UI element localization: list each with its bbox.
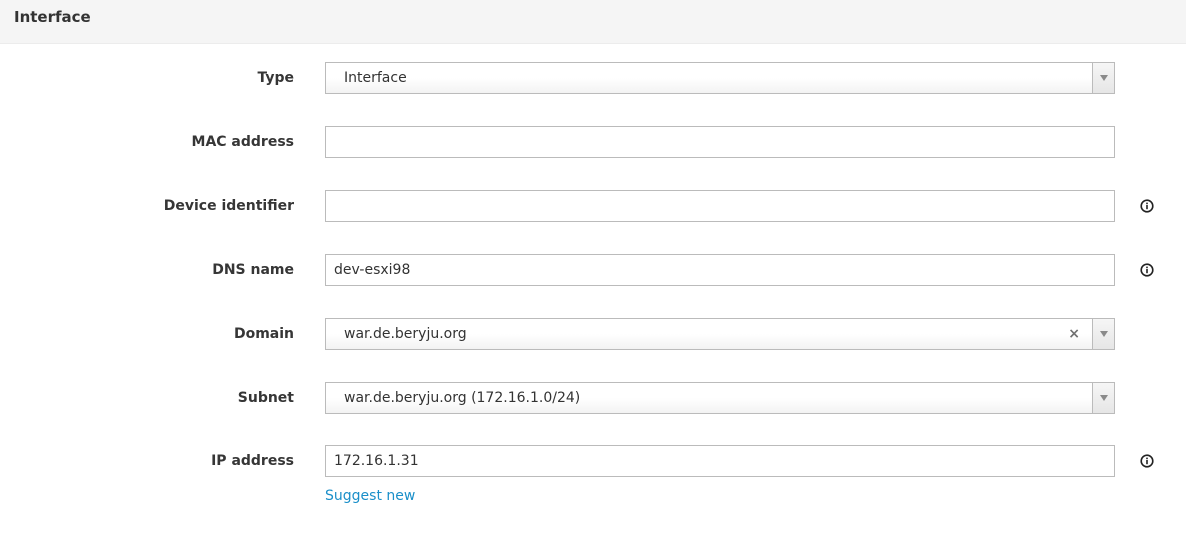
domain-select[interactable]: war.de.beryju.org × (325, 318, 1115, 350)
dns-name-label: DNS name (212, 262, 294, 278)
form-row-dns-name: DNS name (0, 254, 1186, 286)
type-label: Type (257, 70, 294, 86)
subnet-select[interactable]: war.de.beryju.org (172.16.1.0/24) (325, 382, 1115, 414)
subnet-label: Subnet (237, 390, 294, 406)
device-identifier-label: Device identifier (163, 198, 294, 214)
info-circle-icon[interactable] (1140, 199, 1154, 213)
suggest-new-link[interactable]: Suggest new (325, 487, 415, 505)
chevron-down-icon[interactable] (1092, 383, 1114, 413)
info-circle-icon[interactable] (1140, 263, 1154, 277)
clear-icon[interactable]: × (1068, 325, 1080, 343)
chevron-down-icon[interactable] (1092, 319, 1114, 349)
form-row-subnet: Subnet war.de.beryju.org (172.16.1.0/24) (0, 382, 1186, 414)
panel-heading: Interface (0, 0, 1186, 44)
form-row-mac-address: MAC address (0, 126, 1186, 158)
dns-name-input[interactable] (325, 254, 1115, 286)
type-select[interactable]: Interface (325, 62, 1115, 94)
form-row-device-identifier: Device identifier (0, 190, 1186, 222)
form-row-type: Type Interface (0, 62, 1186, 94)
type-select-value: Interface (344, 70, 407, 86)
device-identifier-input[interactable] (325, 190, 1115, 222)
mac-address-label: MAC address (191, 134, 294, 150)
panel-title: Interface (14, 8, 91, 26)
subnet-select-value: war.de.beryju.org (172.16.1.0/24) (344, 390, 581, 406)
mac-address-input[interactable] (325, 126, 1115, 158)
form-row-ip-address: IP address (0, 445, 1186, 477)
info-circle-icon[interactable] (1140, 454, 1154, 468)
form-row-domain: Domain war.de.beryju.org × (0, 318, 1186, 350)
chevron-down-icon[interactable] (1092, 63, 1114, 93)
domain-select-value: war.de.beryju.org (344, 326, 467, 342)
ip-address-label: IP address (211, 453, 294, 469)
ip-address-input[interactable] (325, 445, 1115, 477)
domain-label: Domain (233, 326, 294, 342)
